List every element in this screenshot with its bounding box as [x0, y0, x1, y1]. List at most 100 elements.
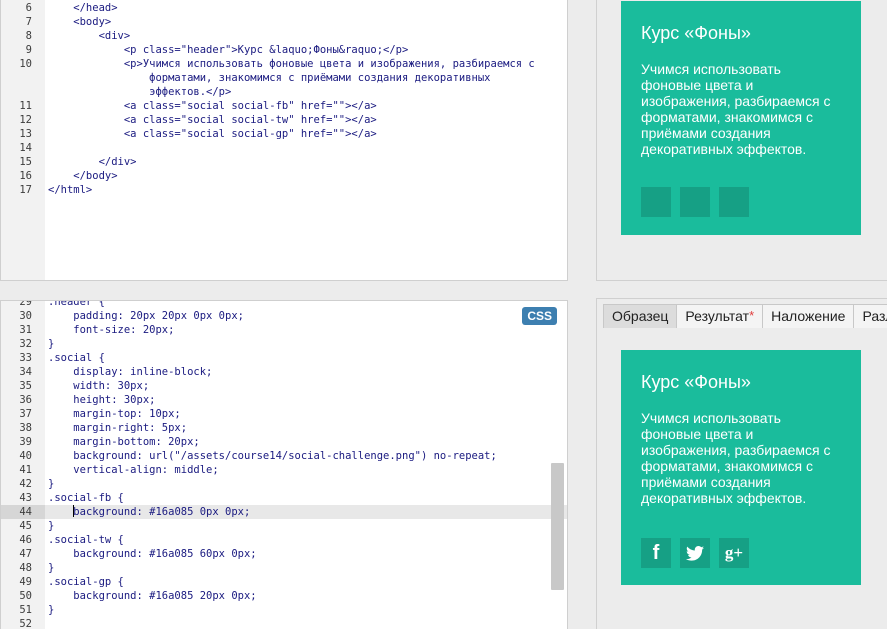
line-number: 47 [19, 548, 32, 560]
html-code-area[interactable]: 6 </head> 7 <body> 8 <div> 9 <p class="head… [1, 1, 567, 197]
code-line[interactable]: 17 </html> [1, 183, 567, 197]
line-text: <a class="social social-fb" href=""></a> [48, 100, 377, 112]
line-number: 37 [19, 408, 32, 420]
line-text: background: #16a085 60px 0px; [48, 548, 257, 560]
line-text: background: #16a085 0px 0px; [73, 505, 251, 518]
code-line[interactable]: 10 <p>Учимся использовать фоновые цвета … [1, 57, 567, 71]
code-line[interactable]: 31 font-size: 20px; [1, 323, 567, 337]
line-number: 35 [19, 380, 32, 392]
line-text: padding: 20px 20px 0px 0px; [48, 310, 244, 322]
line-text: vertical-align: middle; [48, 464, 219, 476]
code-line[interactable]: 6 </head> [1, 1, 567, 15]
social-tw-link[interactable] [680, 538, 710, 568]
line-number: 41 [19, 464, 32, 476]
line-number: 14 [19, 142, 32, 154]
code-line[interactable]: эффектов.</p> [1, 85, 567, 99]
code-line[interactable]: форматами, знакомимся с приёмами создани… [1, 71, 567, 85]
code-line[interactable]: 47 background: #16a085 60px 0px; [1, 547, 567, 561]
code-line[interactable]: 11 <a class="social social-fb" href=""><… [1, 99, 567, 113]
social-tw-link[interactable] [680, 187, 710, 217]
tab-result[interactable]: Результат* [676, 304, 764, 328]
code-line[interactable]: 16 </body> [1, 169, 567, 183]
line-text: width: 30px; [48, 380, 150, 392]
social-fb-link[interactable]: f [641, 538, 671, 568]
code-line[interactable]: 52 [1, 617, 567, 629]
line-text: margin-top: 10px; [48, 408, 181, 420]
line-text: .social-fb { [48, 492, 124, 504]
html-code-editor[interactable]: 6 </head> 7 <body> 8 <div> 9 <p class="head… [0, 0, 568, 281]
line-text: эффектов.</p> [48, 86, 232, 98]
line-number: 44 [1, 505, 45, 519]
code-line[interactable]: 50 background: #16a085 20px 0px; [1, 589, 567, 603]
code-line[interactable]: 30 padding: 20px 20px 0px 0px; [1, 309, 567, 323]
line-number: 17 [19, 184, 32, 196]
tab-diff[interactable]: Разл [853, 304, 887, 328]
css-code-editor[interactable]: 29 .header {30 padding: 20px 20px 0px 0px… [0, 300, 568, 629]
line-number: 52 [19, 618, 32, 629]
card-text: Учимся использовать фоновые цвета и изоб… [641, 410, 831, 506]
code-line[interactable]: 14 [1, 141, 567, 155]
code-line[interactable]: 13 <a class="social social-gp" href=""><… [1, 127, 567, 141]
facebook-icon: f [652, 542, 660, 564]
code-line[interactable]: 35 width: 30px; [1, 379, 567, 393]
modified-marker: * [749, 308, 755, 323]
line-number: 11 [19, 100, 32, 112]
code-line[interactable]: 39 margin-bottom: 20px; [1, 435, 567, 449]
code-line[interactable]: 36 height: 30px; [1, 393, 567, 407]
code-line[interactable]: 49 .social-gp { [1, 575, 567, 589]
code-line[interactable]: 42} [1, 477, 567, 491]
code-line[interactable]: 51} [1, 603, 567, 617]
tab-sample[interactable]: Образец [603, 304, 678, 328]
social-links: f g+ [641, 538, 841, 568]
social-gp-link[interactable] [719, 187, 749, 217]
code-line[interactable]: 38 margin-right: 5px; [1, 421, 567, 435]
code-line[interactable]: 9 <p class="header">Курс &laquo;Фоны&raq… [1, 43, 567, 57]
line-number: 12 [19, 114, 32, 126]
social-fb-link[interactable] [641, 187, 671, 217]
social-gp-link[interactable]: g+ [719, 538, 749, 568]
social-links [641, 187, 841, 217]
code-line[interactable]: 43 .social-fb { [1, 491, 567, 505]
card-title: Курс «Фоны» [641, 23, 751, 43]
code-line[interactable]: 40 background: url("/assets/course14/soc… [1, 449, 567, 463]
code-line[interactable]: 37 margin-top: 10px; [1, 407, 567, 421]
line-text: .header { [48, 300, 105, 308]
code-line[interactable]: 44 background: #16a085 0px 0px; [1, 505, 567, 519]
line-number: 36 [19, 394, 32, 406]
line-number: 48 [19, 562, 32, 574]
card-title: Курс «Фоны» [641, 372, 751, 392]
preview-tabs: Образец Результат* Наложение Разл [603, 304, 887, 328]
code-line[interactable]: 41 vertical-align: middle; [1, 463, 567, 477]
line-text: </div> [48, 156, 137, 168]
code-line[interactable]: 7 <body> [1, 15, 567, 29]
code-line[interactable]: 46 .social-tw { [1, 533, 567, 547]
line-number: 15 [19, 156, 32, 168]
result-preview-pane: Курс «Фоны» Учимся использовать фоновые … [596, 0, 887, 281]
tab-overlay[interactable]: Наложение [762, 304, 855, 328]
line-number: 39 [19, 436, 32, 448]
line-number: 38 [19, 422, 32, 434]
css-code-area[interactable]: 29 .header {30 padding: 20px 20px 0px 0px… [1, 300, 567, 629]
line-text: <p class="header">Курс &laquo;Фоны&raquo… [48, 44, 409, 56]
code-line[interactable]: 34 display: inline-block; [1, 365, 567, 379]
vertical-scrollbar[interactable] [551, 463, 564, 590]
line-text: <p>Учимся использовать фоновые цвета и и… [48, 58, 535, 70]
code-line[interactable]: 29 .header { [1, 300, 567, 309]
line-text: </head> [48, 2, 118, 14]
line-number: 6 [25, 2, 32, 14]
line-text: font-size: 20px; [48, 324, 175, 336]
code-line[interactable]: 8 <div> [1, 29, 567, 43]
twitter-icon [686, 545, 704, 561]
line-number: 10 [19, 58, 32, 70]
line-text: <div> [48, 30, 131, 42]
line-text: } [48, 520, 55, 532]
line-text: background: #16a085 20px 0px; [48, 590, 257, 602]
code-line[interactable]: 33 .social { [1, 351, 567, 365]
code-line[interactable]: 15 </div> [1, 155, 567, 169]
code-line[interactable]: 12 <a class="social social-tw" href=""><… [1, 113, 567, 127]
line-number: 42 [19, 478, 32, 490]
code-line[interactable]: 32} [1, 337, 567, 351]
code-line[interactable]: 45} [1, 519, 567, 533]
result-card: Курс «Фоны» Учимся использовать фоновые … [621, 1, 861, 235]
code-line[interactable]: 48} [1, 561, 567, 575]
